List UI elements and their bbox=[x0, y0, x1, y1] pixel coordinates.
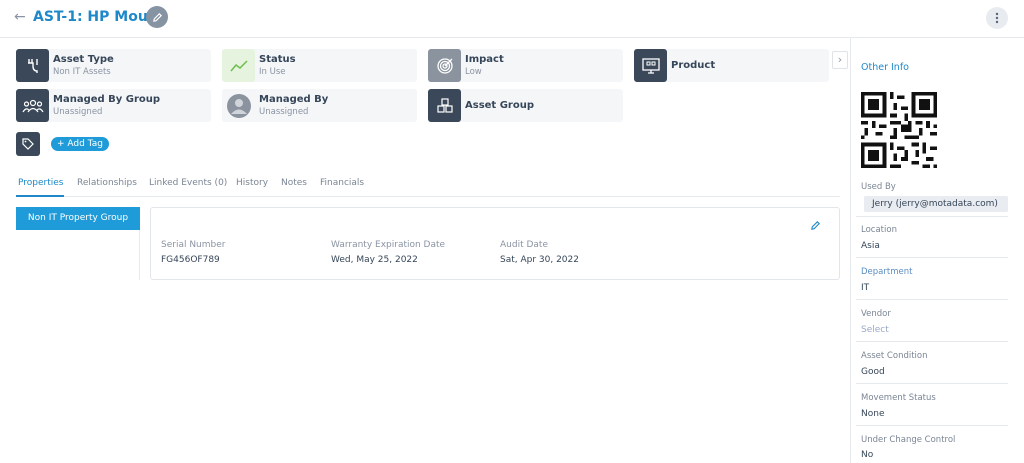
tab-properties[interactable]: Properties bbox=[18, 178, 63, 188]
field-divider bbox=[856, 299, 1008, 300]
used-by-value[interactable]: Jerry (jerry@motadata.com) bbox=[864, 196, 1008, 212]
group-icon bbox=[16, 89, 49, 122]
card-label: Impact bbox=[465, 54, 504, 65]
other-info-title: Other Info bbox=[861, 62, 909, 73]
card-value: Non IT Assets bbox=[53, 67, 111, 77]
card-label: Asset Group bbox=[465, 100, 534, 111]
field-divider bbox=[856, 341, 1008, 342]
asset-condition-value[interactable]: Good bbox=[861, 367, 885, 377]
card-asset-group[interactable]: Asset Group bbox=[428, 89, 623, 122]
monitor-icon bbox=[634, 49, 667, 82]
department-label: Department bbox=[861, 267, 913, 277]
card-impact[interactable]: Impact Low bbox=[428, 49, 623, 82]
field-divider bbox=[856, 216, 1008, 217]
vendor-select[interactable]: Select bbox=[861, 325, 889, 335]
add-tag-button[interactable]: + Add Tag bbox=[51, 137, 109, 151]
tab-financials[interactable]: Financials bbox=[320, 178, 364, 188]
card-label: Managed By Group bbox=[53, 94, 161, 105]
tab-relationships[interactable]: Relationships bbox=[77, 178, 137, 188]
property-label: Warranty Expiration Date bbox=[331, 240, 446, 250]
card-managed-by-group[interactable]: Managed By Group Unassigned bbox=[16, 89, 211, 122]
field-divider bbox=[856, 257, 1008, 258]
group-divider bbox=[139, 230, 140, 280]
edit-title-button[interactable] bbox=[146, 6, 168, 28]
user-icon bbox=[222, 89, 255, 122]
asset-condition-label: Asset Condition bbox=[861, 351, 928, 361]
properties-panel bbox=[150, 207, 840, 280]
pencil-icon bbox=[152, 12, 162, 22]
department-value[interactable]: IT bbox=[861, 283, 869, 293]
property-value: Sat, Apr 30, 2022 bbox=[500, 255, 579, 265]
property-label: Audit Date bbox=[500, 240, 548, 250]
field-divider bbox=[856, 425, 1008, 426]
chevron-right-icon: › bbox=[837, 53, 843, 66]
kebab-icon bbox=[995, 12, 999, 24]
pencil-icon bbox=[811, 221, 820, 230]
active-tab-indicator bbox=[16, 195, 64, 197]
movement-status-label: Movement Status bbox=[861, 393, 936, 403]
target-icon bbox=[428, 49, 461, 82]
tag-icon bbox=[16, 132, 40, 156]
card-label: Product bbox=[671, 60, 716, 71]
card-status[interactable]: Status In Use bbox=[222, 49, 417, 82]
back-arrow-icon[interactable]: ← bbox=[14, 9, 26, 25]
location-label: Location bbox=[861, 225, 897, 235]
boxes-icon bbox=[428, 89, 461, 122]
card-value: Unassigned bbox=[53, 107, 103, 117]
under-change-control-label: Under Change Control bbox=[861, 435, 956, 445]
card-managed-by[interactable]: Managed By Unassigned bbox=[222, 89, 417, 122]
card-product[interactable]: Product bbox=[634, 49, 829, 82]
edit-properties-button[interactable] bbox=[810, 220, 821, 234]
card-label: Status bbox=[259, 54, 296, 65]
property-label: Serial Number bbox=[161, 240, 226, 250]
property-value: FG456OF789 bbox=[161, 255, 220, 265]
used-by-label: Used By bbox=[861, 182, 896, 192]
tab-linked-events[interactable]: Linked Events (0) bbox=[149, 178, 227, 188]
card-value: In Use bbox=[259, 67, 286, 77]
tab-history[interactable]: History bbox=[236, 178, 268, 188]
connector-icon bbox=[16, 49, 49, 82]
card-value: Low bbox=[465, 67, 482, 77]
property-value: Wed, May 25, 2022 bbox=[331, 255, 418, 265]
card-asset-type[interactable]: Asset Type Non IT Assets bbox=[16, 49, 211, 82]
more-options-button[interactable] bbox=[986, 7, 1008, 29]
detail-tabs: Properties Relationships Linked Events (… bbox=[16, 174, 840, 197]
cards-next-button[interactable]: › bbox=[832, 51, 848, 69]
card-label: Asset Type bbox=[53, 54, 114, 65]
card-value: Unassigned bbox=[259, 107, 309, 117]
page-header: ← AST-1: HP Mouse bbox=[0, 0, 1024, 38]
location-value[interactable]: Asia bbox=[861, 241, 880, 251]
movement-status-value[interactable]: None bbox=[861, 409, 884, 419]
trend-icon bbox=[222, 49, 255, 82]
qr-code bbox=[861, 92, 937, 168]
field-divider bbox=[856, 383, 1008, 384]
under-change-control-value[interactable]: No bbox=[861, 450, 873, 460]
property-group-button[interactable]: Non IT Property Group bbox=[16, 207, 140, 230]
tab-notes[interactable]: Notes bbox=[281, 178, 307, 188]
vendor-label: Vendor bbox=[861, 309, 891, 319]
card-label: Managed By bbox=[259, 94, 329, 105]
